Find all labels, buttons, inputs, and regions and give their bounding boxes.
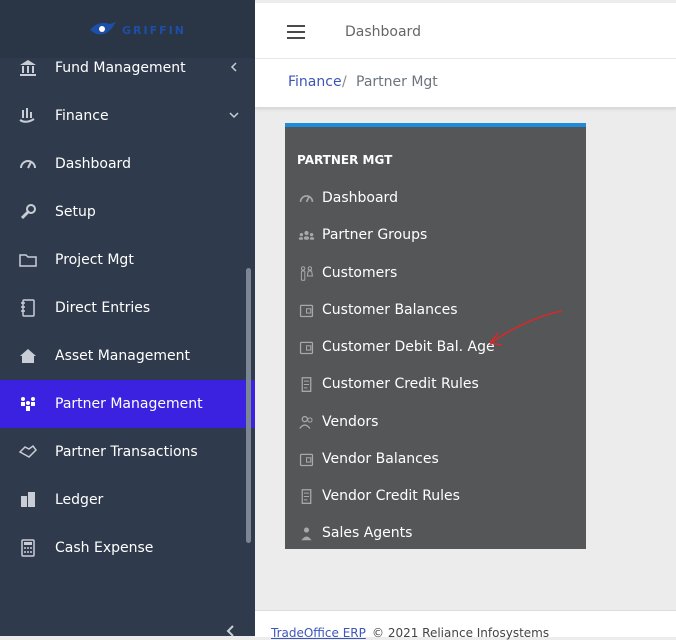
handshake-icon: [18, 444, 37, 458]
menu-item-customers[interactable]: Customers: [285, 255, 586, 292]
sidebar-item-label: Finance: [55, 108, 109, 124]
sidebar-item-label: Project Mgt: [55, 252, 134, 268]
sidebar-item-label: Setup: [55, 204, 96, 220]
page-title: Dashboard: [345, 24, 421, 40]
sidebar-item-label: Partner Management: [55, 396, 203, 412]
menu-item-label: Vendors: [322, 414, 379, 430]
sidebar-item-asset-management[interactable]: Asset Management: [0, 332, 255, 380]
chevron-left-icon[interactable]: [228, 61, 240, 73]
sidebar-item-label: Fund Management: [55, 60, 186, 76]
top-bar: Dashboard: [255, 0, 676, 58]
menu-item-vendor-balances[interactable]: Vendor Balances: [285, 441, 586, 478]
sidebar-item-setup[interactable]: Setup: [0, 188, 255, 236]
menu-item-label: Vendor Credit Rules: [322, 488, 460, 504]
sidebar-item-partner-transactions[interactable]: Partner Transactions: [0, 428, 255, 476]
gauge-icon: [20, 160, 36, 169]
group-icon: [298, 230, 315, 240]
sidebar-scrollbar[interactable]: [246, 268, 251, 543]
menu-item-label: Sales Agents: [322, 525, 413, 541]
footer-link[interactable]: TradeOffice ERP: [271, 626, 366, 640]
house-icon: [20, 349, 36, 363]
menu-item-label: Dashboard: [322, 190, 398, 206]
chart-hand-icon: [19, 108, 35, 123]
breadcrumb-link-finance[interactable]: Finance: [288, 74, 342, 90]
wallet-icon: [299, 453, 314, 467]
menu-item-vendors[interactable]: Vendors: [285, 404, 586, 441]
couple-icon: [300, 266, 314, 281]
hamburger-menu-icon[interactable]: [287, 25, 305, 43]
menu-item-label: Customer Balances: [322, 302, 458, 318]
ledger-book-icon: [21, 299, 35, 317]
users-icon: [299, 415, 313, 429]
sidebar-item-label: Direct Entries: [55, 300, 151, 316]
folder-icon: [19, 254, 37, 267]
sidebar-item-cash-expense[interactable]: Cash Expense: [0, 524, 255, 572]
receipt-icon: [301, 489, 312, 504]
logo-text: GRIFFIN: [122, 24, 186, 37]
sidebar-item-project-mgt[interactable]: Project Mgt: [0, 236, 255, 284]
calculator-icon: [21, 539, 35, 557]
sidebar-item-label: Partner Transactions: [55, 444, 198, 460]
breadcrumb: Finance / Partner Mgt: [255, 59, 676, 108]
sidebar-item-label: Dashboard: [55, 156, 131, 172]
menu-item-label: Customers: [322, 265, 398, 281]
receipt-icon: [301, 377, 312, 392]
sidebar-item-label: Asset Management: [55, 348, 190, 364]
breadcrumb-separator: /: [342, 74, 347, 90]
bank-icon: [20, 60, 36, 76]
annotation-arrow-icon: [489, 310, 563, 346]
agent-icon: [301, 527, 312, 541]
panel-title: PARTNER MGT: [297, 153, 393, 167]
wrench-icon: [20, 204, 36, 220]
logo-icon: [90, 22, 116, 35]
sidebar-item-fund-management[interactable]: Fund Management: [0, 44, 255, 92]
sidebar-item-label: Ledger: [55, 492, 104, 508]
sidebar-item-label: Cash Expense: [55, 540, 154, 556]
menu-item-label: Vendor Balances: [322, 451, 439, 467]
menu-item-partner-groups[interactable]: Partner Groups: [285, 217, 586, 254]
menu-item-vendor-credit-rules[interactable]: Vendor Credit Rules: [285, 478, 586, 515]
sidebar-item-ledger[interactable]: Ledger: [0, 476, 255, 524]
people-icon: [21, 397, 35, 411]
sidebar-item-partner-management[interactable]: Partner Management: [0, 380, 255, 428]
breadcrumb-current: Partner Mgt: [356, 74, 438, 90]
gauge-icon: [299, 195, 314, 203]
menu-item-label: Customer Credit Rules: [322, 376, 479, 392]
wallet-icon: [299, 341, 314, 355]
footer: TradeOffice ERP © 2021 Reliance Infosyst…: [255, 610, 676, 640]
sidebar-item-direct-entries[interactable]: Direct Entries: [0, 284, 255, 332]
sidebar-item-dashboard[interactable]: Dashboard: [0, 140, 255, 188]
menu-item-label: Partner Groups: [322, 227, 428, 243]
sidebar-item-finance[interactable]: Finance: [0, 92, 255, 140]
sidebar: GRIFFIN Fund Management Finance Dashboar…: [0, 0, 255, 637]
menu-item-customer-credit-rules[interactable]: Customer Credit Rules: [285, 366, 586, 403]
wallet-icon: [299, 304, 314, 318]
menu-item-dashboard[interactable]: Dashboard: [285, 180, 586, 217]
menu-item-label: Customer Debit Bal. Age: [322, 339, 495, 355]
chevron-down-icon[interactable]: [228, 109, 240, 121]
footer-copyright: © 2021 Reliance Infosystems: [372, 626, 550, 640]
menu-item-sales-agents[interactable]: Sales Agents: [285, 515, 586, 552]
building-icon: [21, 492, 35, 507]
